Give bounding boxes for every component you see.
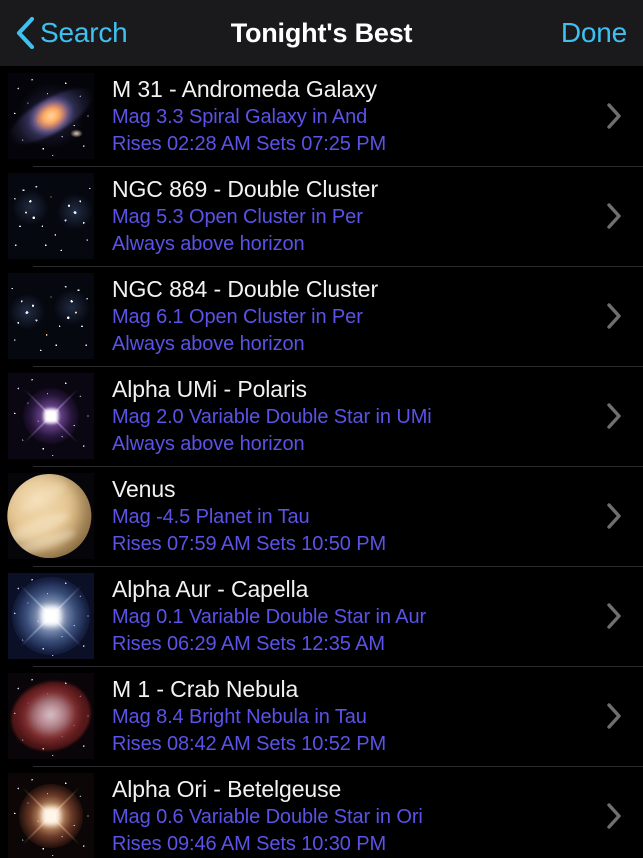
crab-nebula-thumbnail <box>8 673 94 759</box>
disclosure-cell[interactable] <box>585 702 643 730</box>
thumbnail <box>8 573 94 659</box>
andromeda-galaxy-thumbnail <box>8 73 94 159</box>
object-name: NGC 869 - Double Cluster <box>112 176 379 202</box>
object-times: Rises 08:42 AM Sets 10:52 PM <box>112 733 387 755</box>
object-times: Always above horizon <box>112 333 305 355</box>
disclosure-cell[interactable] <box>585 402 643 430</box>
thumbnail <box>8 73 94 159</box>
object-times: Rises 07:59 AM Sets 10:50 PM <box>112 533 387 555</box>
object-info: Mag 3.3 Spiral Galaxy in And <box>112 106 368 128</box>
chevron-right-icon <box>607 703 621 729</box>
thumbnail <box>8 273 94 359</box>
object-info: Mag 8.4 Bright Nebula in Tau <box>112 706 367 728</box>
navigation-bar: Search Tonight's Best Done <box>0 0 643 66</box>
betelgeuse-star-thumbnail <box>8 773 94 858</box>
done-button[interactable]: Done <box>561 0 627 66</box>
chevron-right-icon <box>607 503 621 529</box>
object-name: Alpha Ori - Betelgeuse <box>112 776 342 802</box>
object-info: Mag 5.3 Open Cluster in Per <box>112 206 363 228</box>
object-info: Mag 0.6 Variable Double Star in Ori <box>112 806 423 828</box>
object-name: NGC 884 - Double Cluster <box>112 276 379 302</box>
chevron-right-icon <box>607 303 621 329</box>
object-times: Rises 09:46 AM Sets 10:30 PM <box>112 833 387 855</box>
list-item-text: NGC 869 - Double Cluster Mag 5.3 Open Cl… <box>112 174 585 258</box>
object-info: Mag 2.0 Variable Double Star in UMi <box>112 406 432 428</box>
chevron-right-icon <box>607 203 621 229</box>
open-cluster-thumbnail <box>8 273 94 359</box>
object-name: Alpha Aur - Capella <box>112 576 309 602</box>
disclosure-cell[interactable] <box>585 302 643 330</box>
thumbnail <box>8 373 94 459</box>
list-item-text: Alpha Aur - Capella Mag 0.1 Variable Dou… <box>112 574 585 658</box>
chevron-right-icon <box>607 603 621 629</box>
object-times: Rises 06:29 AM Sets 12:35 AM <box>112 633 385 655</box>
list-item[interactable]: M 31 - Andromeda Galaxy Mag 3.3 Spiral G… <box>0 66 643 166</box>
disclosure-cell[interactable] <box>585 202 643 230</box>
disclosure-cell[interactable] <box>585 102 643 130</box>
list-item[interactable]: Alpha UMi - Polaris Mag 2.0 Variable Dou… <box>0 366 643 466</box>
object-info: Mag -4.5 Planet in Tau <box>112 506 310 528</box>
disclosure-cell[interactable] <box>585 802 643 830</box>
list-item[interactable]: Alpha Aur - Capella Mag 0.1 Variable Dou… <box>0 566 643 666</box>
list-item-text: Alpha Ori - Betelgeuse Mag 0.6 Variable … <box>112 774 585 858</box>
list-item[interactable]: M 1 - Crab Nebula Mag 8.4 Bright Nebula … <box>0 666 643 766</box>
object-name: M 1 - Crab Nebula <box>112 676 299 702</box>
list-item[interactable]: NGC 884 - Double Cluster Mag 6.1 Open Cl… <box>0 266 643 366</box>
thumbnail <box>8 773 94 858</box>
thumbnail <box>8 673 94 759</box>
open-cluster-thumbnail <box>8 173 94 259</box>
page-title: Tonight's Best <box>230 17 413 48</box>
list-item[interactable]: Venus Mag -4.5 Planet in Tau Rises 07:59… <box>0 466 643 566</box>
thumbnail <box>7 473 94 559</box>
object-info: Mag 6.1 Open Cluster in Per <box>112 306 363 328</box>
object-name: Venus <box>112 476 176 502</box>
list-item-text: NGC 884 - Double Cluster Mag 6.1 Open Cl… <box>112 274 585 358</box>
object-times: Rises 02:28 AM Sets 07:25 PM <box>112 133 387 155</box>
back-button[interactable]: Search <box>14 0 128 66</box>
polaris-star-thumbnail <box>8 373 94 459</box>
object-info: Mag 0.1 Variable Double Star in Aur <box>112 606 427 628</box>
chevron-right-icon <box>607 803 621 829</box>
chevron-left-icon <box>16 16 35 50</box>
disclosure-cell[interactable] <box>585 602 643 630</box>
object-times: Always above horizon <box>112 433 305 455</box>
list-item-text: Venus Mag -4.5 Planet in Tau Rises 07:59… <box>112 474 585 558</box>
list-item-text: Alpha UMi - Polaris Mag 2.0 Variable Dou… <box>112 374 585 458</box>
chevron-right-icon <box>607 403 621 429</box>
back-button-label: Search <box>40 17 128 48</box>
thumbnail <box>8 173 94 259</box>
chevron-right-icon <box>607 103 621 129</box>
list-item-text: M 31 - Andromeda Galaxy Mag 3.3 Spiral G… <box>112 74 585 158</box>
disclosure-cell[interactable] <box>585 502 643 530</box>
venus-planet-thumbnail <box>7 473 94 559</box>
list-item[interactable]: Alpha Ori - Betelgeuse Mag 0.6 Variable … <box>0 766 643 858</box>
object-name: M 31 - Andromeda Galaxy <box>112 76 377 102</box>
object-list[interactable]: M 31 - Andromeda Galaxy Mag 3.3 Spiral G… <box>0 66 643 858</box>
list-item-text: M 1 - Crab Nebula Mag 8.4 Bright Nebula … <box>112 674 585 758</box>
object-times: Always above horizon <box>112 233 305 255</box>
list-item[interactable]: NGC 869 - Double Cluster Mag 5.3 Open Cl… <box>0 166 643 266</box>
app-screen: Search Tonight's Best Done M 31 - Androm… <box>0 0 643 858</box>
capella-star-thumbnail <box>8 573 94 659</box>
object-name: Alpha UMi - Polaris <box>112 376 307 402</box>
